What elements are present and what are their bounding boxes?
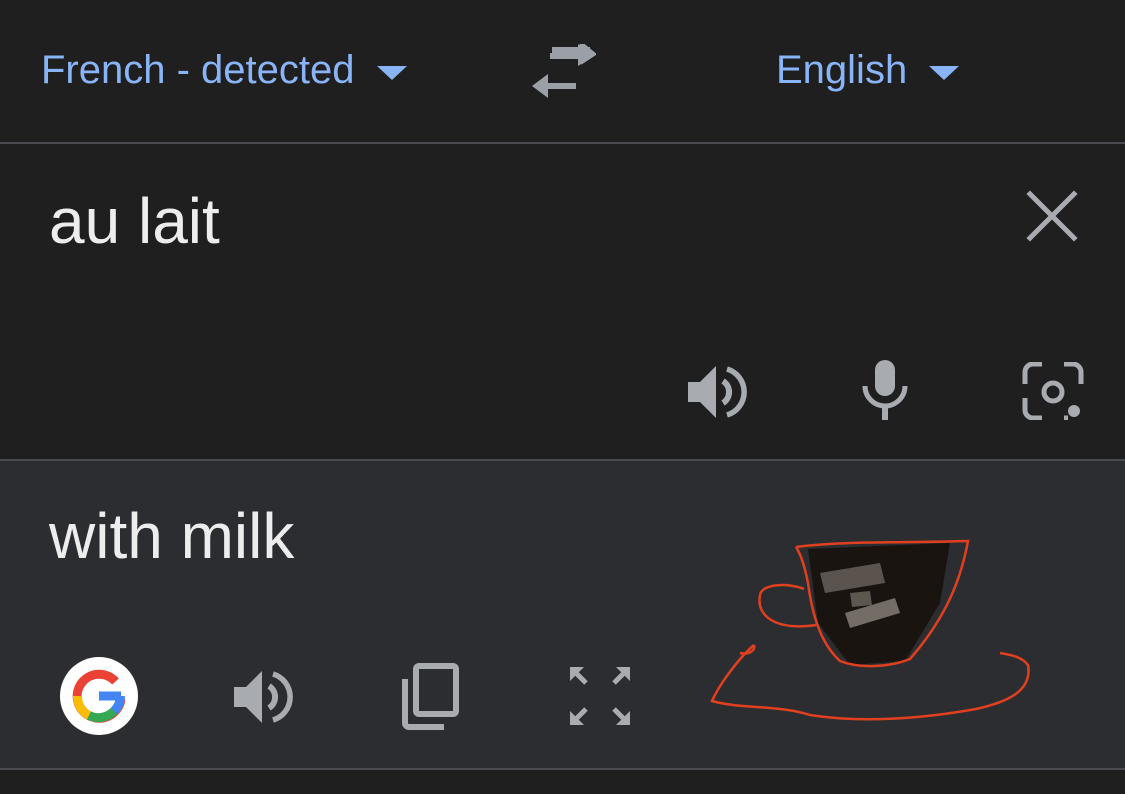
bottom-area: [0, 770, 1125, 794]
google-logo-icon: [72, 669, 126, 723]
listen-translation-button[interactable]: [232, 667, 294, 727]
fullscreen-button[interactable]: [568, 665, 632, 727]
camera-icon: [1022, 361, 1084, 421]
close-icon: [1026, 190, 1078, 242]
speaker-icon: [234, 671, 293, 723]
target-language-label: English: [776, 47, 908, 92]
source-language-selector[interactable]: French - detected: [41, 40, 407, 100]
listen-source-button[interactable]: [686, 362, 748, 422]
microphone-icon: [862, 360, 908, 420]
clear-input-button[interactable]: [1024, 188, 1080, 244]
copy-translation-button[interactable]: [400, 663, 460, 731]
copy-icon: [402, 663, 459, 730]
coffee-cup-drawing: [710, 539, 1030, 721]
language-bar: French - detected English: [0, 0, 1125, 142]
target-language-caret-icon: [929, 66, 960, 80]
voice-input-button[interactable]: [860, 358, 910, 422]
swap-languages-button[interactable]: [530, 41, 598, 98]
google-search-button[interactable]: [60, 657, 138, 735]
input-pane[interactable]: au lait: [0, 144, 1125, 459]
speaker-icon: [688, 366, 747, 418]
source-language-label: French - detected: [41, 47, 355, 92]
swap-languages-icon: [532, 41, 598, 98]
output-pane: with milk: [0, 461, 1125, 768]
source-text-input[interactable]: au lait: [49, 184, 220, 258]
fullscreen-icon: [570, 667, 630, 725]
source-language-caret-icon: [376, 66, 407, 80]
camera-input-button[interactable]: [1022, 361, 1084, 421]
target-language-selector[interactable]: English: [776, 40, 960, 100]
translation-text: with milk: [49, 500, 295, 572]
